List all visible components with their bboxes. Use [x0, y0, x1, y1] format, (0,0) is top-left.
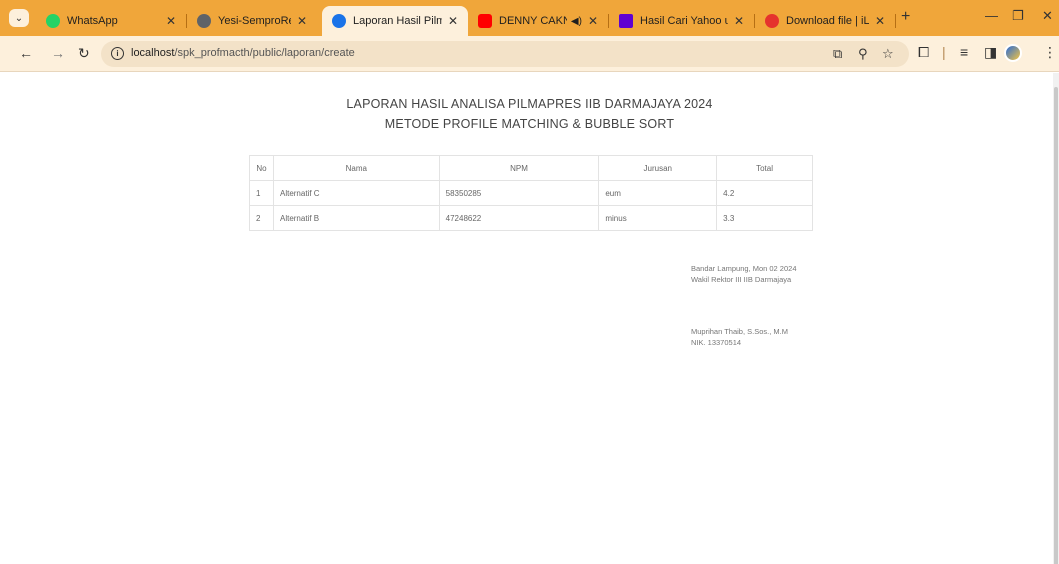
- close-icon[interactable]: ✕: [297, 14, 307, 28]
- signature-place-date: Bandar Lampung, Mon 02 2024: [691, 264, 797, 273]
- zoom-icon[interactable]: ⚲: [858, 46, 868, 62]
- table-header-row: No Nama NPM Jurusan Total: [249, 155, 813, 181]
- minimize-icon[interactable]: —: [985, 8, 998, 23]
- globe-icon: [332, 14, 346, 28]
- scrollbar-thumb[interactable]: [1054, 87, 1058, 564]
- signature-nik: NIK. 13370514: [691, 337, 742, 347]
- cell-no: 2: [249, 205, 274, 231]
- restore-icon[interactable]: ❐: [1012, 8, 1024, 24]
- tab-whatsapp[interactable]: WhatsApp ✕: [36, 6, 187, 36]
- whatsapp-icon: [46, 14, 60, 28]
- signature-position: Wakil Rektor III IIB Darmajaya: [691, 274, 792, 284]
- new-tab-button[interactable]: +: [901, 8, 910, 26]
- vertical-scrollbar[interactable]: [1053, 73, 1059, 564]
- page-content: LAPORAN HASIL ANALISA PILMAPRES IIB DARM…: [0, 73, 1059, 564]
- close-icon[interactable]: ✕: [166, 14, 176, 28]
- column-header-total: Total: [716, 155, 813, 181]
- youtube-icon: [478, 14, 492, 28]
- report-title: LAPORAN HASIL ANALISA PILMAPRES IIB DARM…: [346, 97, 713, 111]
- signature-header: Bandar Lampung, Mon 02 2024 Wakil Rektor…: [691, 264, 797, 285]
- cell-nama: Alternatif B: [272, 205, 440, 231]
- reload-icon[interactable]: ↻: [78, 45, 90, 62]
- toolbar-divider: |: [942, 44, 946, 60]
- column-header-no: No: [249, 155, 274, 181]
- close-icon[interactable]: ✕: [875, 14, 885, 28]
- column-header-npm: NPM: [438, 155, 600, 181]
- table-row: 2 Alternatif B 47248622 minus 3.3: [249, 205, 813, 231]
- reading-list-icon[interactable]: ≡: [960, 44, 968, 60]
- profile-avatar[interactable]: [1004, 44, 1022, 62]
- cell-total: 3.3: [716, 205, 813, 231]
- translate-icon[interactable]: ⧉: [833, 46, 842, 62]
- yahoo-icon: [619, 14, 633, 28]
- cell-npm: 47248622: [438, 205, 600, 231]
- url-text[interactable]: localhost/spk_profmacth/public/laporan/c…: [131, 47, 355, 59]
- menu-kebab-icon[interactable]: ⋮: [1043, 44, 1057, 61]
- tab-search-button[interactable]: ⌄: [9, 9, 29, 27]
- signature-footer: Muprihan Thaib, S.Sos., M.M NIK. 1337051…: [691, 327, 788, 348]
- cell-nama: Alternatif C: [272, 180, 440, 206]
- signature-name: Muprihan Thaib, S.Sos., M.M: [691, 327, 788, 336]
- close-icon[interactable]: ✕: [734, 14, 744, 28]
- report-table: No Nama NPM Jurusan Total 1 Alternatif C…: [249, 155, 813, 231]
- close-icon[interactable]: ✕: [588, 14, 598, 28]
- cell-no: 1: [249, 180, 274, 206]
- report-subtitle: METODE PROFILE MATCHING & BUBBLE SORT: [384, 117, 675, 131]
- column-header-nama: Nama: [272, 155, 440, 181]
- tab-yesi-sempro[interactable]: Yesi-SemproRevisirev ✕: [187, 6, 317, 36]
- extensions-icon[interactable]: ⧠: [918, 44, 929, 61]
- close-window-icon[interactable]: ✕: [1042, 8, 1053, 24]
- forward-icon[interactable]: →: [51, 45, 65, 61]
- speaker-icon[interactable]: ◀): [571, 16, 582, 27]
- browser-toolbar: ← → ↻ i localhost/spk_profmacth/public/l…: [0, 36, 1059, 72]
- cell-jurusan: minus: [598, 205, 718, 231]
- web-icon: [197, 14, 211, 28]
- ilovepdf-icon: [765, 14, 779, 28]
- tab-strip: ⌄ WhatsApp ✕ Yesi-SemproRevisirev ✕ Lapo…: [0, 0, 1059, 36]
- tab-laporan-hasil[interactable]: Laporan Hasil Pilmap ✕: [322, 6, 468, 36]
- cell-total: 4.2: [716, 180, 813, 206]
- column-header-jurusan: Jurusan: [598, 155, 718, 181]
- close-icon[interactable]: ✕: [448, 14, 458, 28]
- tab-youtube[interactable]: DENNY CAKNAN ◀) ✕: [468, 6, 609, 36]
- side-panel-icon[interactable]: ◨: [984, 44, 997, 61]
- info-icon[interactable]: i: [111, 47, 124, 60]
- bookmark-star-icon[interactable]: ☆: [882, 46, 894, 62]
- back-icon[interactable]: ←: [19, 45, 33, 61]
- cell-npm: 58350285: [438, 180, 600, 206]
- table-row: 1 Alternatif C 58350285 eum 4.2: [249, 180, 813, 206]
- tab-ilovepdf[interactable]: Download file | iLove ✕: [755, 6, 896, 36]
- tab-yahoo[interactable]: Hasil Cari Yahoo untu ✕: [609, 6, 755, 36]
- address-bar[interactable]: i localhost/spk_profmacth/public/laporan…: [101, 41, 909, 67]
- chevron-down-icon: ⌄: [14, 12, 24, 24]
- cell-jurusan: eum: [598, 180, 718, 206]
